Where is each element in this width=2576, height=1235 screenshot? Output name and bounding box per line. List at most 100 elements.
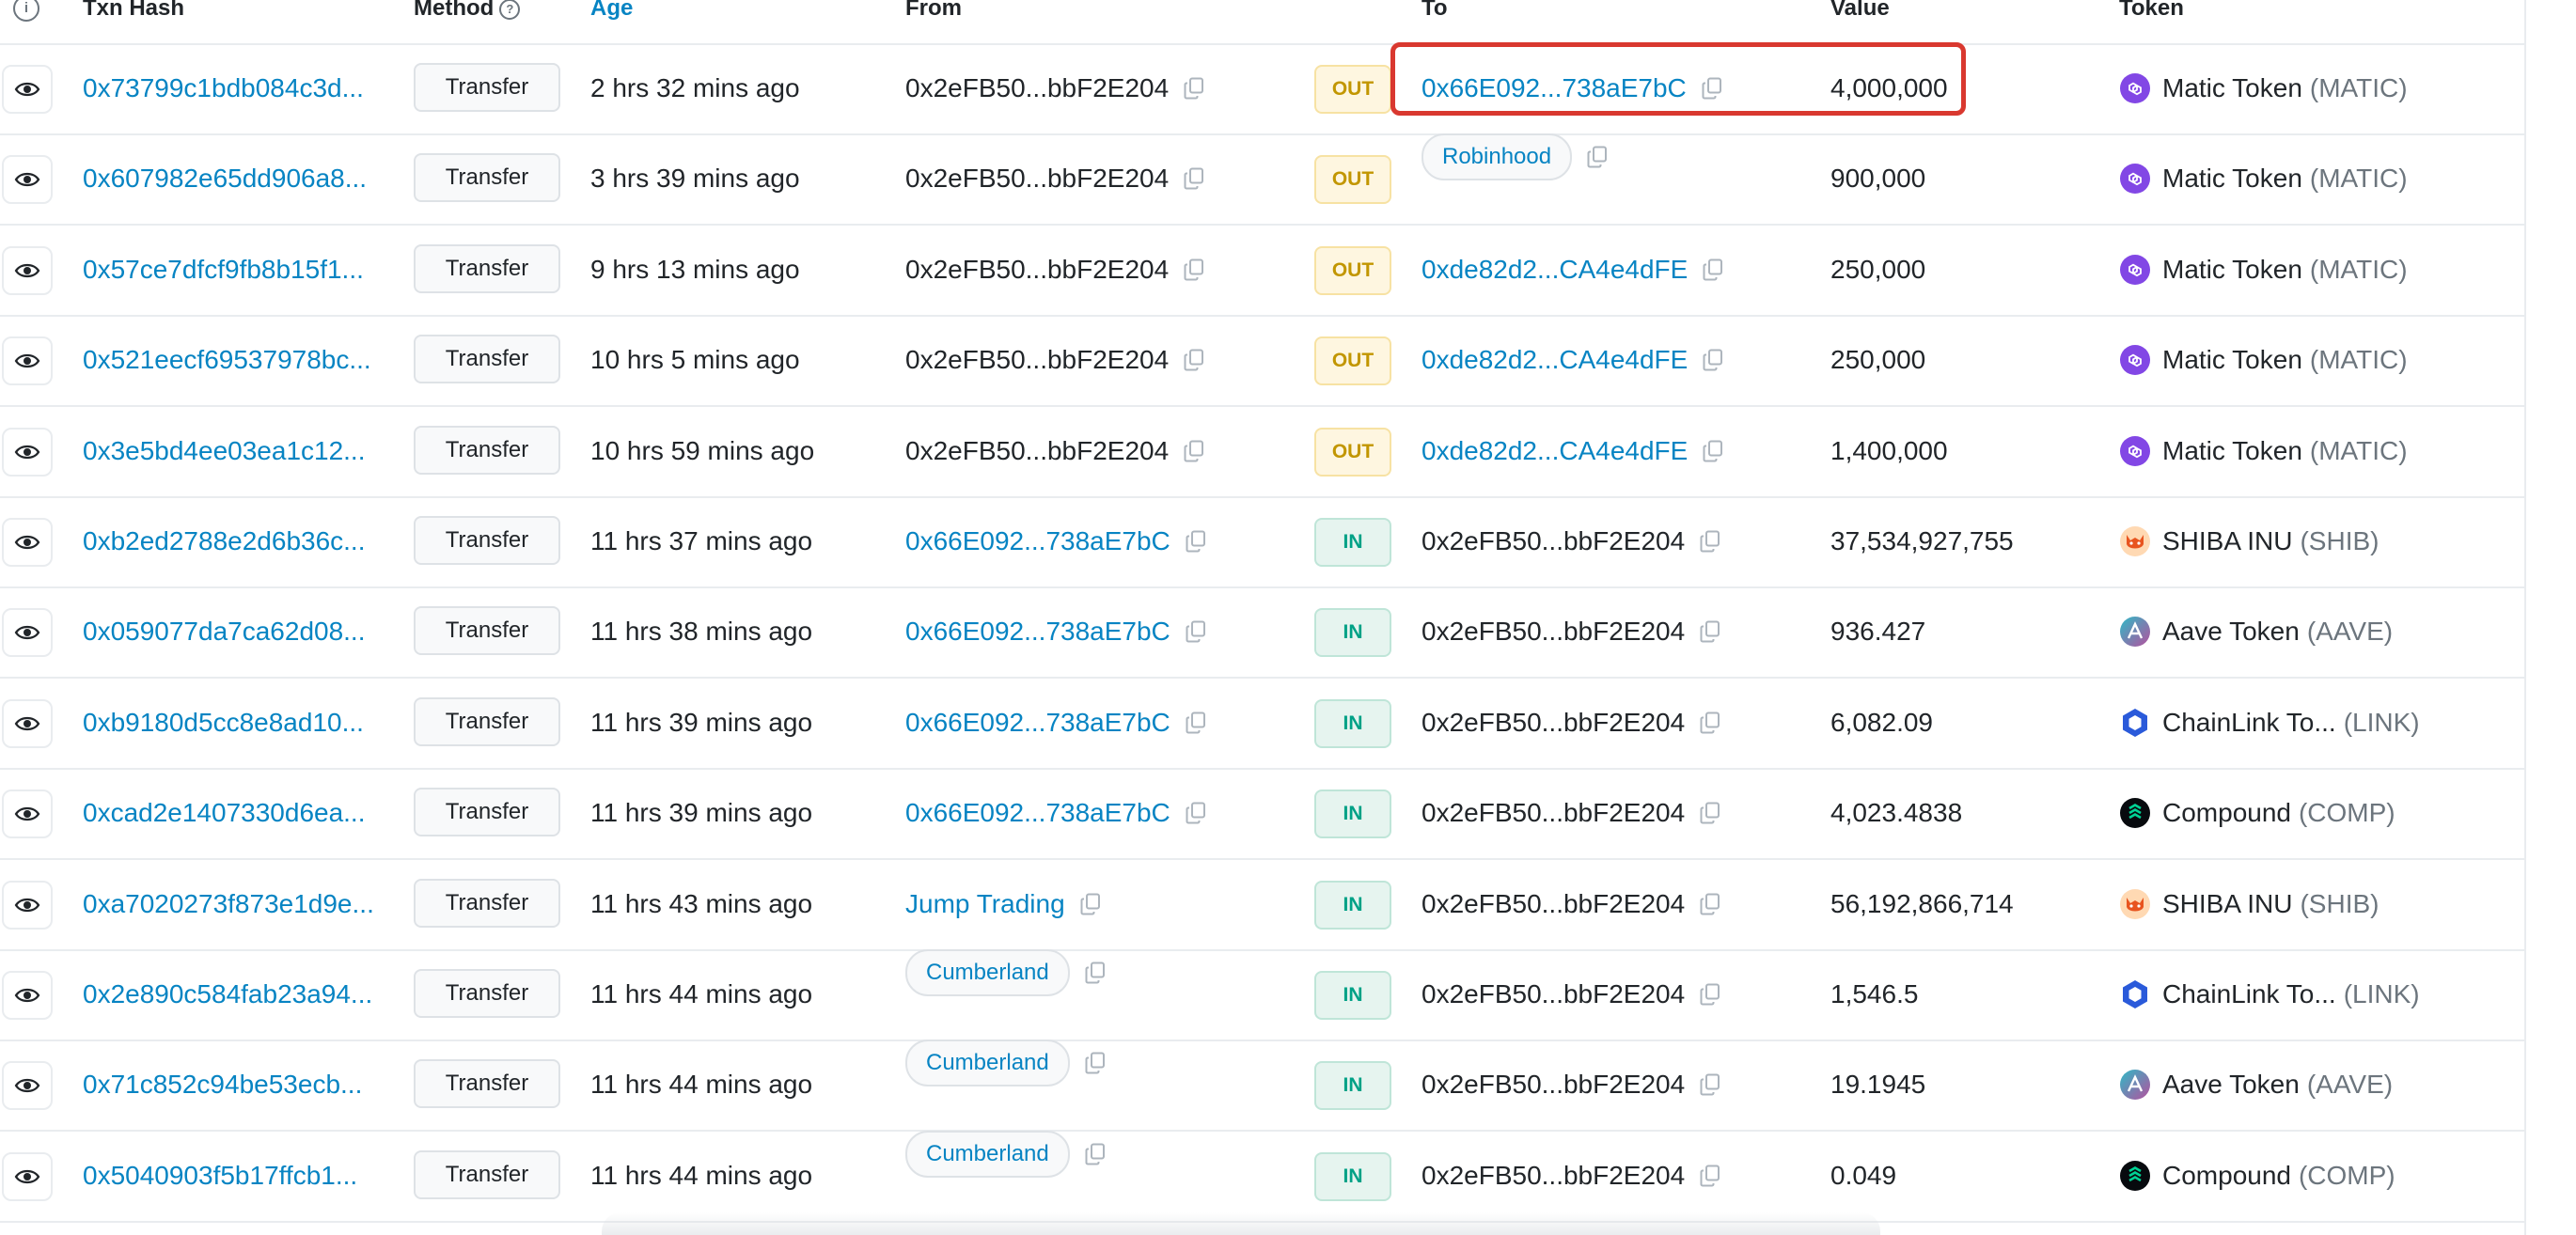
view-details-eye-icon[interactable] <box>2 245 53 295</box>
txn-hash-link[interactable]: 0x2e890c584fab23a94... <box>83 949 372 1040</box>
view-details-eye-icon[interactable] <box>2 518 53 567</box>
to-address[interactable]: 0xde82d2...CA4e4dFE <box>1422 225 1688 315</box>
view-details-eye-icon[interactable] <box>2 789 53 839</box>
token-name-link[interactable]: Matic Token <box>2162 315 2302 405</box>
from-address: 0x2eFB50...bbF2E204 <box>905 73 1170 102</box>
copy-icon[interactable] <box>1700 711 1720 734</box>
token-name-link[interactable]: Compound <box>2162 1131 2291 1221</box>
copy-icon[interactable] <box>1700 893 1720 915</box>
view-details-eye-icon[interactable] <box>2 1061 53 1111</box>
from-address[interactable]: 0x66E092...738aE7bC <box>905 678 1170 768</box>
direction-badge: OUT <box>1314 336 1391 386</box>
age-text: 3 hrs 39 mins ago <box>590 164 800 194</box>
from-address[interactable]: 0x66E092...738aE7bC <box>905 496 1170 586</box>
view-details-eye-icon[interactable] <box>2 698 53 748</box>
copy-icon[interactable] <box>1703 440 1723 462</box>
method-badge: Transfer <box>414 243 560 293</box>
token-name-link[interactable]: Aave Token <box>2162 586 2300 677</box>
value-text: 900,000 <box>1830 164 1926 194</box>
matic-icon <box>2119 163 2151 195</box>
token-name-link[interactable]: Matic Token <box>2162 406 2302 496</box>
view-details-eye-icon[interactable] <box>2 608 53 658</box>
token-name-link[interactable]: Matic Token <box>2162 43 2302 133</box>
view-details-eye-icon[interactable] <box>2 971 53 1020</box>
token-name-link[interactable]: Matic Token <box>2162 133 2302 224</box>
token-name-link[interactable]: Matic Token <box>2162 225 2302 315</box>
direction-badge: IN <box>1314 1061 1391 1111</box>
token-name-link[interactable]: SHIBA INU <box>2162 859 2292 949</box>
info-icon[interactable]: i <box>13 0 39 22</box>
from-cell: 0x2eFB50...bbF2E204 <box>905 225 1204 315</box>
copy-icon[interactable] <box>1184 349 1204 371</box>
copy-icon[interactable] <box>1700 1073 1720 1096</box>
copy-icon[interactable] <box>1186 530 1206 553</box>
view-details-eye-icon[interactable] <box>2 880 53 930</box>
copy-icon[interactable] <box>1184 440 1204 462</box>
to-address: 0x2eFB50...bbF2E204 <box>1422 617 1686 647</box>
copy-icon[interactable] <box>1700 1165 1720 1187</box>
txn-hash-link[interactable]: 0x57ce7dfcf9fb8b15f1... <box>83 225 364 315</box>
copy-icon[interactable] <box>1186 620 1206 643</box>
txn-hash-link[interactable]: 0x521eecf69537978bc... <box>83 315 371 405</box>
txn-hash-link[interactable]: 0x607982e65dd906a8... <box>83 133 367 224</box>
copy-icon[interactable] <box>1184 77 1204 100</box>
copy-icon[interactable] <box>1700 620 1720 643</box>
from-name-tag[interactable]: Cumberland <box>905 1130 1070 1178</box>
token-name-link[interactable]: Compound <box>2162 768 2291 858</box>
to-name-tag[interactable]: Robinhood <box>1422 133 1573 181</box>
value-text: 4,023.4838 <box>1830 798 1963 828</box>
txn-hash-link[interactable]: 0x059077da7ca62d08... <box>83 586 366 677</box>
matic-icon <box>2119 254 2151 286</box>
copy-icon[interactable] <box>1703 258 1723 281</box>
col-age[interactable]: Age <box>590 0 633 22</box>
copy-icon[interactable] <box>1184 167 1204 190</box>
chainlink-icon <box>2119 707 2151 739</box>
txn-hash-link[interactable]: 0x5040903f5b17ffcb1... <box>83 1131 357 1221</box>
token-name-link[interactable]: ChainLink To... <box>2162 678 2336 768</box>
from-address[interactable]: 0x66E092...738aE7bC <box>905 586 1170 677</box>
table-row: 0x3e5bd4ee03ea1c12... Transfer 10 hrs 59 m… <box>0 406 2524 498</box>
col-method: Method? <box>414 0 521 22</box>
token-name-link[interactable]: ChainLink To... <box>2162 949 2336 1040</box>
copy-icon[interactable] <box>1700 983 1720 1006</box>
token-name-link[interactable]: Aave Token <box>2162 1040 2300 1130</box>
copy-icon[interactable] <box>1700 802 1720 824</box>
to-cell: 0x2eFB50...bbF2E204 <box>1422 678 1720 768</box>
method-badge: Transfer <box>414 1059 560 1109</box>
copy-icon[interactable] <box>1700 530 1720 553</box>
view-details-eye-icon[interactable] <box>2 65 53 114</box>
view-details-eye-icon[interactable] <box>2 155 53 205</box>
copy-icon[interactable] <box>1085 1143 1106 1165</box>
copy-icon[interactable] <box>1085 1052 1106 1074</box>
method-help-icon[interactable]: ? <box>499 0 521 20</box>
txn-hash-link[interactable]: 0x3e5bd4ee03ea1c12... <box>83 406 366 496</box>
copy-icon[interactable] <box>1186 711 1206 734</box>
view-details-eye-icon[interactable] <box>2 427 53 477</box>
copy-icon[interactable] <box>1587 146 1608 168</box>
copy-icon[interactable] <box>1703 349 1723 371</box>
table-row: 0x059077da7ca62d08... Transfer 11 hrs 38 m… <box>0 586 2524 680</box>
txn-hash-link[interactable]: 0xb2ed2788e2d6b36c... <box>83 496 366 586</box>
copy-icon[interactable] <box>1186 802 1206 824</box>
from-address[interactable]: 0x66E092...738aE7bC <box>905 768 1170 858</box>
from-address[interactable]: Jump Trading <box>905 859 1065 949</box>
txn-hash-link[interactable]: 0xb9180d5cc8e8ad10... <box>83 678 364 768</box>
to-address: 0x2eFB50...bbF2E204 <box>1422 707 1686 737</box>
from-name-tag[interactable]: Cumberland <box>905 1040 1070 1087</box>
view-details-eye-icon[interactable] <box>2 1151 53 1201</box>
copy-icon[interactable] <box>1184 258 1204 281</box>
method-badge: Transfer <box>414 696 560 746</box>
to-address[interactable]: 0xde82d2...CA4e4dFE <box>1422 406 1688 496</box>
view-details-eye-icon[interactable] <box>2 336 53 386</box>
value-text: 250,000 <box>1830 345 1926 375</box>
txn-hash-link[interactable]: 0x73799c1bdb084c3d... <box>83 43 364 133</box>
txn-hash-link[interactable]: 0xcad2e1407330d6ea... <box>83 768 366 858</box>
copy-icon[interactable] <box>1085 961 1106 984</box>
copy-icon[interactable] <box>1080 893 1101 915</box>
value-text: 6,082.09 <box>1830 707 1933 737</box>
token-name-link[interactable]: SHIBA INU <box>2162 496 2292 586</box>
txn-hash-link[interactable]: 0x71c852c94be53ecb... <box>83 1040 362 1130</box>
to-address[interactable]: 0xde82d2...CA4e4dFE <box>1422 315 1688 405</box>
txn-hash-link[interactable]: 0xa7020273f873e1d9e... <box>83 859 374 949</box>
from-name-tag[interactable]: Cumberland <box>905 949 1070 996</box>
